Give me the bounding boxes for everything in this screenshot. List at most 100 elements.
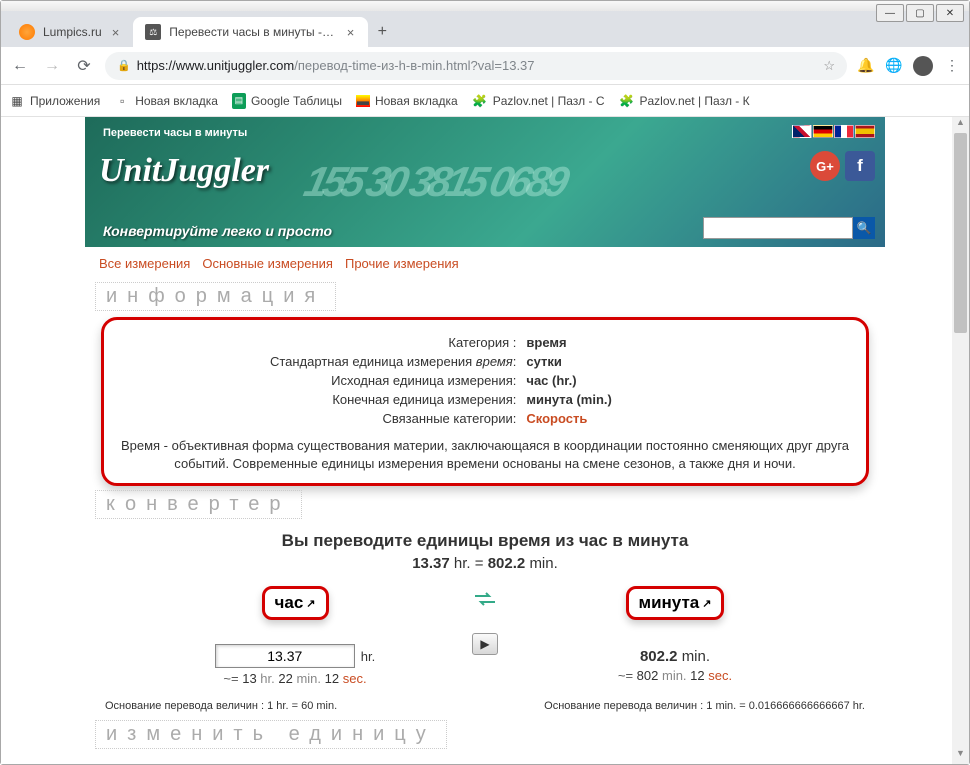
- converter-left: час ↗ hr. ~= 13 hr. 22 min. 12 sec.: [145, 586, 445, 686]
- source-value-input[interactable]: [215, 644, 355, 668]
- info-value: время: [522, 334, 850, 351]
- page-icon: ▬: [356, 95, 370, 107]
- main-nav: Все измерения Основные измерения Прочие …: [85, 247, 885, 280]
- googleplus-icon[interactable]: G+: [810, 151, 840, 181]
- close-tab-icon[interactable]: ×: [110, 25, 122, 40]
- back-button[interactable]: ←: [9, 55, 31, 77]
- info-value: сутки: [522, 353, 850, 370]
- site-tagline: Конвертируйте легко и просто: [103, 223, 332, 239]
- profile-avatar[interactable]: [913, 56, 933, 76]
- table-row: Исходная единица измерения:час (hr.): [120, 372, 850, 389]
- site-logo[interactable]: UnitJuggler: [99, 152, 269, 190]
- info-label: Исходная единица измерения:: [120, 372, 520, 389]
- info-table: Категория :время Стандартная единица изм…: [118, 332, 852, 429]
- apps-icon: ▦: [9, 93, 25, 109]
- converter-heading: Вы переводите единицы время из час в мин…: [85, 531, 885, 551]
- facebook-icon[interactable]: f: [845, 151, 875, 181]
- puzzle-icon: 🧩: [618, 93, 634, 109]
- info-panel: Категория :время Стандартная единица изм…: [101, 317, 869, 486]
- bookmark-label: Pazlov.net | Пазл - К: [639, 94, 749, 108]
- tab-lumpics[interactable]: Lumpics.ru ×: [7, 17, 133, 47]
- external-link-icon: ↗: [306, 597, 315, 610]
- flag-es-icon[interactable]: [855, 125, 875, 138]
- page-viewport: 155 30 3815 0689 Перевести часы в минуты…: [1, 117, 969, 764]
- flag-uk-icon[interactable]: [792, 125, 812, 138]
- apps-button[interactable]: ▦ Приложения: [9, 93, 100, 109]
- forward-button[interactable]: →: [41, 55, 63, 77]
- url-path: /перевод-time-из-h-в-min.html?val=13.37: [294, 58, 534, 73]
- close-button[interactable]: ✕: [936, 4, 964, 22]
- vertical-scrollbar[interactable]: ▲ ▼: [952, 117, 969, 764]
- nav-all[interactable]: Все измерения: [99, 256, 190, 271]
- menu-icon[interactable]: ⋮: [943, 57, 961, 75]
- url-host: www.unitjuggler.com: [176, 58, 295, 73]
- lock-icon: 🔒: [117, 59, 131, 72]
- convert-button[interactable]: ▶: [472, 633, 498, 655]
- bookmark-label: Новая вкладка: [135, 94, 218, 108]
- search-button[interactable]: 🔍: [853, 217, 875, 239]
- toolbar-icons: 🔔 🌐 ⋮: [857, 56, 961, 76]
- tab-title: Lumpics.ru: [43, 25, 102, 39]
- bookmark-item[interactable]: ▫Новая вкладка: [114, 93, 218, 109]
- search-input[interactable]: [703, 217, 853, 239]
- new-tab-button[interactable]: +: [368, 23, 396, 41]
- url-bar[interactable]: 🔒 https://www.unitjuggler.com/перевод-ti…: [105, 52, 847, 80]
- bookmarks-bar: ▦ Приложения ▫Новая вкладка ▤ Google Табли…: [1, 85, 969, 117]
- converter-equation: 13.37 hr. = 802.2 min.: [85, 555, 885, 572]
- bookmark-item[interactable]: ▤ Google Таблицы: [232, 93, 342, 109]
- site-search: 🔍: [703, 217, 875, 239]
- scroll-thumb[interactable]: [954, 133, 967, 333]
- reload-button[interactable]: ⟳: [73, 55, 95, 77]
- info-label: Связанные категории:: [120, 410, 520, 427]
- tab-unitjuggler[interactable]: ⚖ Перевести часы в минуты - Пер ×: [133, 17, 368, 47]
- puzzle-icon: 🧩: [472, 93, 488, 109]
- target-unit-text: минута: [639, 593, 700, 613]
- scroll-up-icon[interactable]: ▲: [952, 117, 969, 133]
- table-row: Конечная единица измерения:минута (min.): [120, 391, 850, 408]
- window-controls: — ▢ ✕: [876, 4, 964, 22]
- bookmark-label: Pazlov.net | Пазл - С: [493, 94, 605, 108]
- sheets-icon: ▤: [232, 93, 246, 109]
- basis-right: Основание перевода величин : 1 min. = 0.…: [544, 700, 865, 712]
- favicon-icon: ⚖: [145, 24, 161, 40]
- input-row: hr.: [145, 644, 445, 668]
- page-content: 155 30 3815 0689 Перевести часы в минуты…: [85, 117, 885, 764]
- maximize-button[interactable]: ▢: [906, 4, 934, 22]
- nav-other[interactable]: Прочие измерения: [345, 256, 459, 271]
- flag-de-icon[interactable]: [813, 125, 833, 138]
- browser-tabs: Lumpics.ru × ⚖ Перевести часы в минуты -…: [1, 11, 969, 47]
- extension-globe-icon[interactable]: 🌐: [885, 57, 903, 75]
- language-flags: [792, 125, 875, 138]
- nav-basic[interactable]: Основные измерения: [202, 256, 333, 271]
- target-unit-link[interactable]: минута ↗: [626, 586, 725, 620]
- table-row: Категория :время: [120, 334, 850, 351]
- extension-icon[interactable]: 🔔: [857, 57, 875, 75]
- titlebar: [1, 1, 969, 11]
- minimize-button[interactable]: —: [876, 4, 904, 22]
- basis-left: Основание перевода величин : 1 hr. = 60 …: [105, 700, 337, 712]
- target-approx: ~= 802 min. 12 sec.: [525, 668, 825, 683]
- source-unit-label: hr.: [361, 649, 375, 664]
- converter-right: минута ↗ 802.2 min. ~= 802 min. 12 sec.: [525, 586, 825, 683]
- apps-label: Приложения: [30, 94, 100, 108]
- section-title-converter: конвертер: [95, 490, 302, 519]
- source-unit-link[interactable]: час ↗: [262, 586, 329, 620]
- conversion-basis: Основание перевода величин : 1 hr. = 60 …: [85, 700, 885, 712]
- info-label: Стандартная единица измерения время:: [120, 353, 520, 370]
- table-row: Стандартная единица измерения время:сутк…: [120, 353, 850, 370]
- info-value-link[interactable]: Скорость: [522, 410, 850, 427]
- bookmark-label: Google Таблицы: [251, 94, 342, 108]
- bookmark-item[interactable]: 🧩 Pazlov.net | Пазл - К: [618, 93, 749, 109]
- close-tab-icon[interactable]: ×: [345, 25, 357, 40]
- bookmark-item[interactable]: ▬Новая вкладка: [356, 94, 458, 108]
- bookmark-item[interactable]: 🧩 Pazlov.net | Пазл - С: [472, 93, 605, 109]
- source-approx: ~= 13 hr. 22 min. 12 sec.: [145, 671, 445, 686]
- scroll-down-icon[interactable]: ▼: [952, 748, 969, 764]
- swap-icon[interactable]: [475, 592, 495, 606]
- tab-title: Перевести часы в минуты - Пер: [169, 25, 336, 39]
- flag-fr-icon[interactable]: [834, 125, 854, 138]
- info-description: Время - объективная форма существования …: [118, 437, 852, 473]
- star-icon[interactable]: ☆: [823, 58, 835, 74]
- result-value: 802.2 min.: [525, 648, 825, 665]
- converter-middle: ▶: [472, 586, 498, 655]
